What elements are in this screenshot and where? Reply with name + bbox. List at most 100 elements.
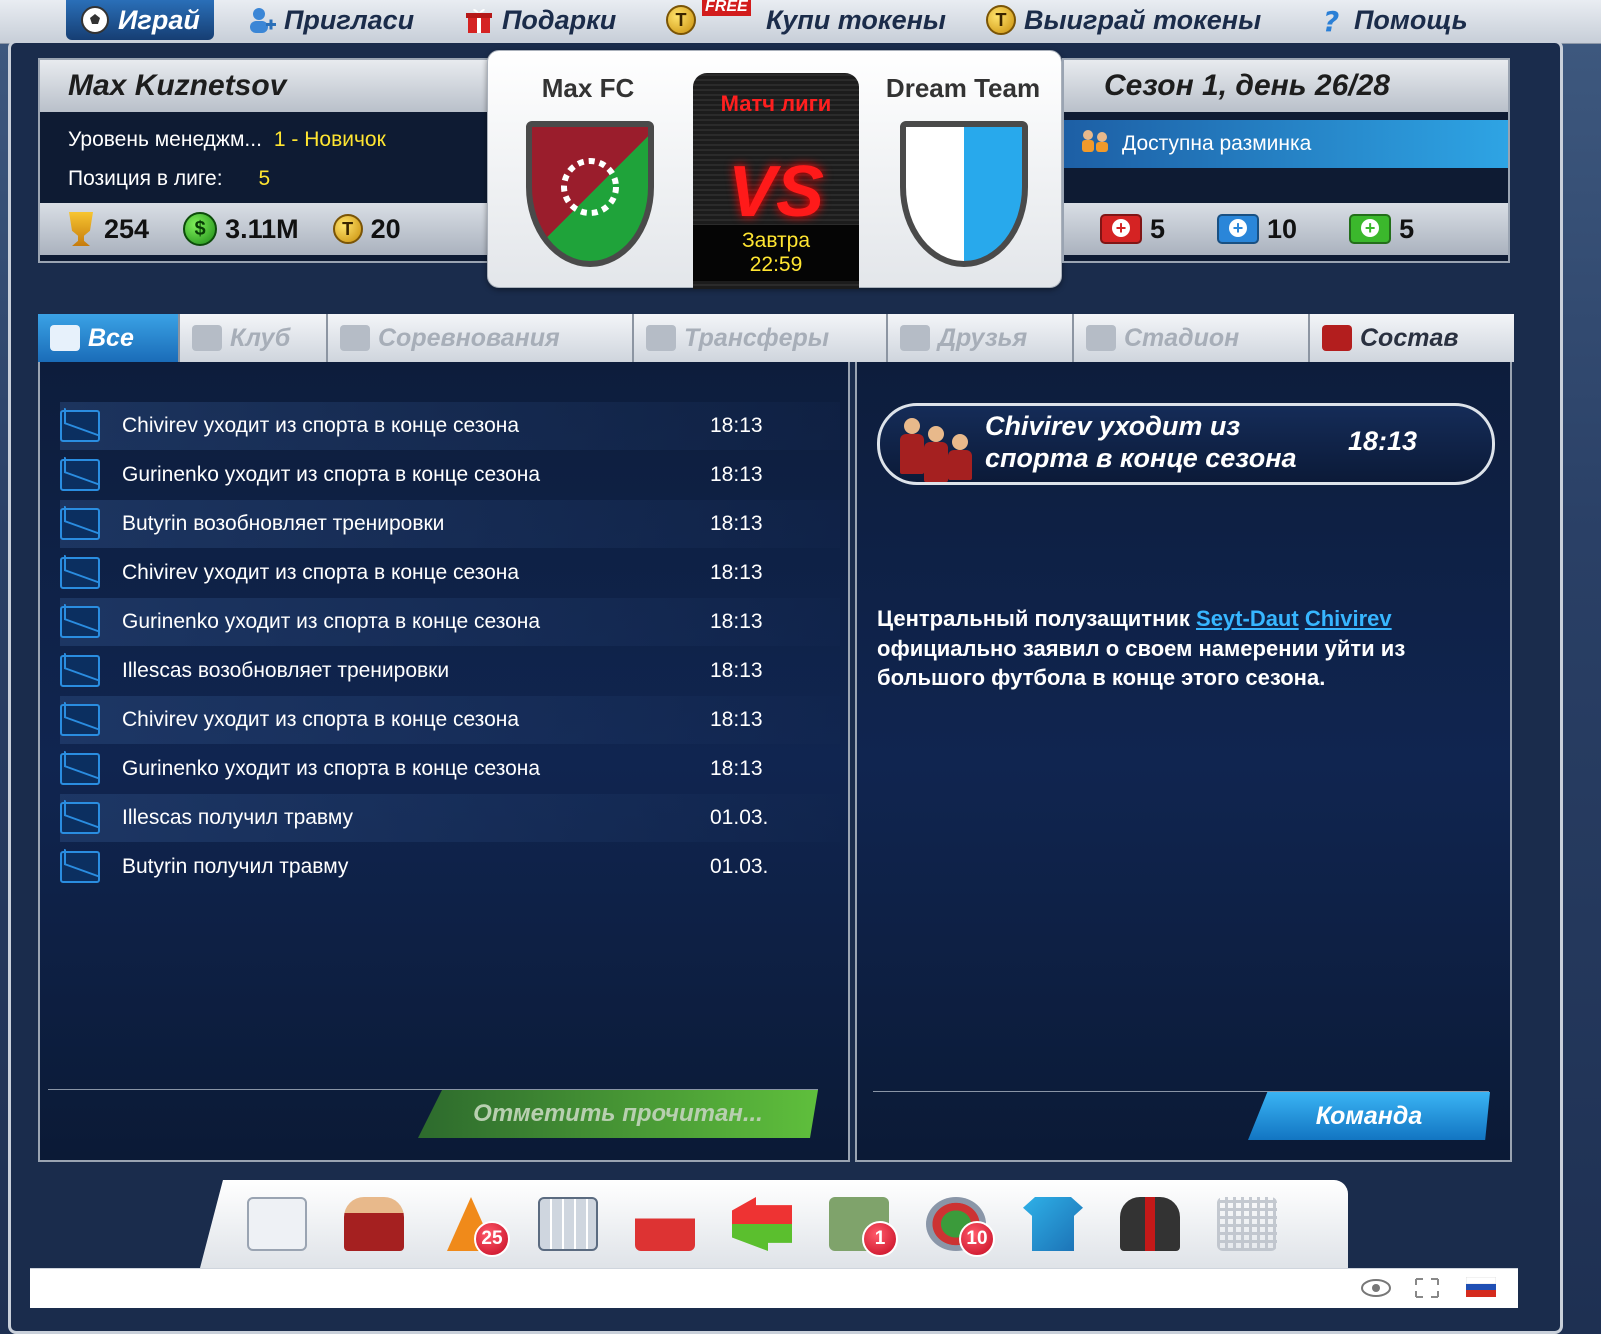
red-kit-count: 5 xyxy=(1150,213,1166,244)
tab-stadium[interactable]: Стадион xyxy=(1074,314,1310,362)
envelope-icon xyxy=(60,802,100,834)
envelope-icon xyxy=(60,459,100,491)
message-text: Butyrin получил травму xyxy=(122,855,349,878)
body-suffix: официально заявил о своем намерении уйти… xyxy=(877,635,1406,691)
message-time: 18:13 xyxy=(710,463,763,486)
nav-play-label: Играй xyxy=(118,4,200,35)
nav-gifts[interactable]: Подарки xyxy=(464,0,616,40)
envelope-icon xyxy=(60,606,100,638)
message-time: 18:13 xyxy=(710,610,763,633)
mail-icon xyxy=(247,1197,307,1251)
away-team-crest-icon xyxy=(900,121,1028,267)
message-row[interactable]: Chivirev уходит из спорта в конце сезона… xyxy=(60,696,840,744)
tab-competitions-label: Соревнования xyxy=(378,323,560,352)
message-row[interactable]: Gurinenko уходит из спорта в конце сезон… xyxy=(60,598,840,646)
tab-squad[interactable]: Состав xyxy=(1310,314,1510,362)
dock-club-kit[interactable] xyxy=(1018,1191,1088,1257)
player-last-name-link[interactable]: Chivirev xyxy=(1305,606,1392,631)
token-icon: T xyxy=(332,214,363,244)
trophies-stat[interactable]: 254 xyxy=(66,212,149,246)
divider xyxy=(873,1091,1489,1092)
mark-read-button[interactable]: Отметить прочитан... xyxy=(418,1090,818,1138)
squad-icon xyxy=(344,1197,404,1251)
message-row[interactable]: Chivirev уходит из спорта в конце сезона… xyxy=(60,549,840,597)
nav-win-tokens[interactable]: T Выиграй токены xyxy=(986,0,1261,40)
calendar-icon xyxy=(538,1197,598,1251)
dock-training[interactable]: 25 xyxy=(436,1191,510,1257)
envelope-icon xyxy=(50,325,80,351)
league-position-label: Позиция в лиге: xyxy=(68,167,223,190)
message-text: Gurinenko уходит из спорта в конце сезон… xyxy=(122,610,541,633)
message-row[interactable]: Gurinenko уходит из спорта в конце сезон… xyxy=(60,745,840,793)
nav-play[interactable]: Играй xyxy=(66,0,214,40)
money-stat[interactable]: $ 3.11M xyxy=(183,212,299,246)
warmup-button[interactable]: Доступна разминка xyxy=(1064,120,1508,168)
match-day: Завтра xyxy=(741,229,811,252)
red-kit-stat[interactable]: 5 xyxy=(1100,214,1165,245)
dock-league-table[interactable] xyxy=(630,1191,700,1257)
team-button[interactable]: Команда xyxy=(1248,1092,1490,1140)
staff-icon xyxy=(1120,1197,1180,1251)
nav-win-tokens-label: Выиграй токены xyxy=(1024,4,1262,35)
dock-transfers[interactable] xyxy=(727,1191,797,1257)
nav-invite[interactable]: Пригласи xyxy=(246,0,414,40)
nav-help[interactable]: ? Помощь xyxy=(1316,0,1468,40)
message-text: Illescas возобновляет тренировки xyxy=(122,659,450,682)
tab-transfers[interactable]: Трансферы xyxy=(634,314,888,362)
envelope-icon xyxy=(60,704,100,736)
versus-text: VS xyxy=(727,152,825,232)
red-medkit-icon xyxy=(1100,214,1142,244)
message-row[interactable]: Illescas получил травму 01.03. xyxy=(60,794,840,842)
tab-friends[interactable]: Друзья xyxy=(888,314,1074,362)
dock-calendar[interactable] xyxy=(533,1191,603,1257)
envelope-icon xyxy=(60,508,100,540)
friend-icon xyxy=(900,325,930,351)
envelope-icon xyxy=(60,410,100,442)
eye-icon[interactable] xyxy=(1360,1277,1391,1299)
green-kit-stat[interactable]: 5 xyxy=(1349,214,1414,245)
tab-competitions[interactable]: Соревнования xyxy=(328,314,634,362)
message-time: 18:13 xyxy=(710,757,763,780)
message-row[interactable]: Butyrin возобновляет тренировки 18:13 xyxy=(60,500,840,548)
dock-finances[interactable]: 1 xyxy=(824,1191,898,1257)
tab-transfers-label: Трансферы xyxy=(684,323,830,352)
away-team-name: Dream Team xyxy=(885,73,1041,103)
token-icon: T xyxy=(666,5,696,35)
dock-squad[interactable] xyxy=(339,1191,409,1257)
message-detail-title: Chivirev уходит из спорта в конце сезона xyxy=(985,411,1297,474)
message-row[interactable]: Chivirev уходит из спорта в конце сезона… xyxy=(60,402,840,450)
divider xyxy=(48,1089,818,1090)
player-first-name-link[interactable]: Seyt-Daut xyxy=(1196,606,1299,631)
token-icon: T xyxy=(986,5,1016,35)
match-type-label: Матч лиги xyxy=(720,91,832,116)
message-time: 18:13 xyxy=(710,708,763,731)
stadium-badge: 10 xyxy=(959,1221,995,1257)
russian-flag-icon[interactable] xyxy=(1465,1276,1497,1299)
home-team-name: Max FC xyxy=(541,73,635,103)
podium-icon xyxy=(340,325,370,351)
tab-all[interactable]: Все xyxy=(38,314,180,362)
tab-squad-label: Состав xyxy=(1360,323,1459,352)
blue-medkit-icon xyxy=(1217,214,1260,244)
dock-shop[interactable] xyxy=(1212,1191,1282,1257)
envelope-icon xyxy=(60,557,100,589)
dock-staff[interactable] xyxy=(1115,1191,1185,1257)
message-row[interactable]: Illescas возобновляет тренировки 18:13 xyxy=(60,647,840,695)
players-icon xyxy=(898,414,978,482)
tab-club[interactable]: Клуб xyxy=(180,314,328,362)
gift-icon xyxy=(464,5,494,35)
tokens-stat[interactable]: T 20 xyxy=(332,214,401,245)
nav-help-label: Помощь xyxy=(1354,4,1468,35)
message-row[interactable]: Gurinenko уходит из спорта в конце сезон… xyxy=(60,451,840,499)
message-text: Gurinenko уходит из спорта в конце сезон… xyxy=(122,463,541,486)
blue-kit-stat[interactable]: 10 xyxy=(1217,214,1297,245)
dock-mail[interactable] xyxy=(242,1191,312,1257)
message-time: 01.03. xyxy=(710,855,769,878)
message-row[interactable]: Butyrin получил травму 01.03. xyxy=(60,843,840,891)
fullscreen-icon[interactable] xyxy=(1414,1277,1440,1299)
transfers-icon xyxy=(732,1197,792,1251)
shop-cart-icon xyxy=(1217,1197,1277,1251)
nav-buy-tokens[interactable]: T FREE Купи токены xyxy=(666,0,946,40)
next-match-panel[interactable]: Max FC Матч лиги VS Завтра 22:59 Dream T… xyxy=(487,50,1062,289)
dock-stadium[interactable]: 10 xyxy=(921,1191,995,1257)
